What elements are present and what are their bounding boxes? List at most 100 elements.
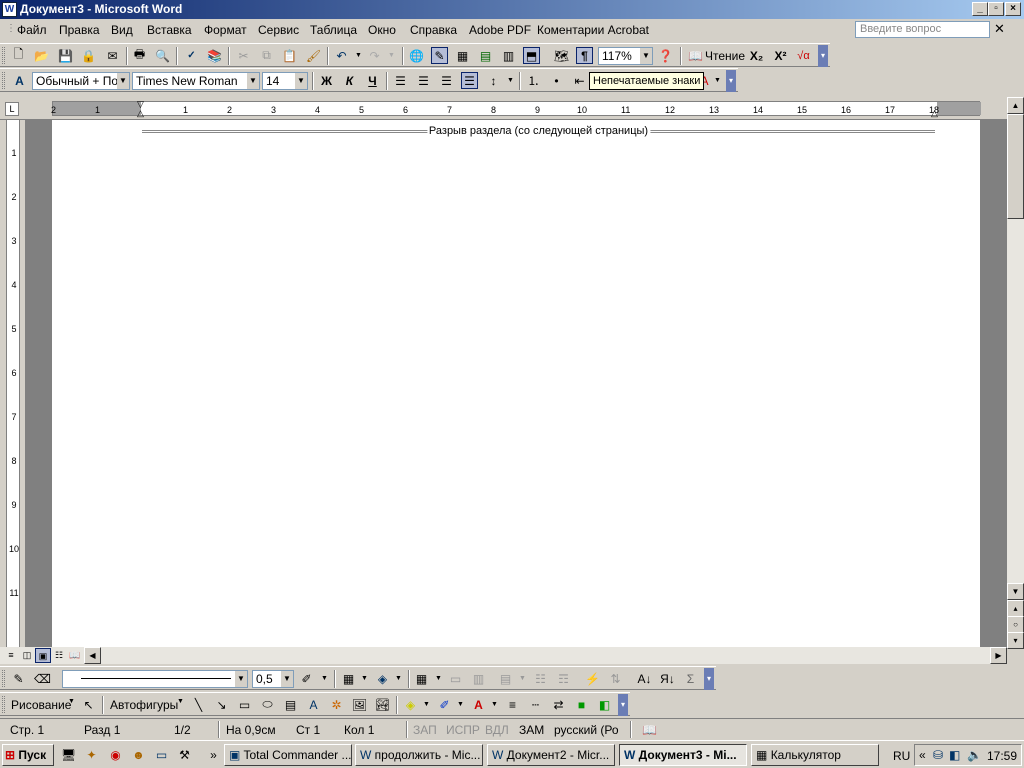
toolbar-options-icon[interactable]: ▾ [726,70,736,92]
status-overtype[interactable]: ЗАМ [519,723,544,737]
sort-ascending-icon[interactable]: A↓ [636,670,653,687]
arrow-icon[interactable]: ↘ [213,696,230,713]
print-preview-icon[interactable]: 🔍 [154,47,171,64]
volume-icon[interactable]: 🔈 [967,748,982,762]
open-icon[interactable]: 📂 [33,47,50,64]
columns-icon[interactable]: ▥ [500,47,517,64]
toolbar-grip[interactable] [2,47,5,64]
text-box-icon[interactable]: ▤ [282,696,299,713]
arrow-style-icon[interactable]: ⇄ [550,696,567,713]
taskbar-button-document2[interactable]: W Документ2 - Micr... [487,744,615,766]
select-browse-object-icon[interactable]: ○ [1007,616,1024,633]
language-indicator[interactable]: RU [893,749,910,763]
status-language[interactable]: русский (Ро [554,723,619,737]
align-center-icon[interactable]: ☰ [415,72,432,89]
menu-format[interactable]: Формат [204,23,247,37]
chevron-down-icon[interactable]: ▼ [295,73,307,89]
scroll-down-icon[interactable]: ▼ [1007,583,1024,600]
chevron-down-icon[interactable]: ▼ [281,671,293,687]
toolbar-options-icon[interactable]: ▾ [704,668,714,690]
chevron-down-icon[interactable]: ▼ [430,670,447,687]
tray-network-icon[interactable]: ⛁ [933,748,943,762]
chevron-down-icon[interactable]: ▼ [235,671,247,687]
vertical-scrollbar[interactable]: ▲ ▼ ▴ ○ ▾ [1007,97,1024,649]
spelling-icon[interactable]: ✓ [183,47,200,64]
drawing-icon[interactable]: ⬒ [523,47,540,64]
diagram-icon[interactable]: ✲ [328,696,345,713]
clip-art-icon[interactable]: 🖼 [351,696,368,713]
spelling-status-icon[interactable]: 📖 [642,723,657,737]
tray-expand-icon[interactable]: « [919,748,926,762]
scroll-right-icon[interactable]: ▶ [990,647,1007,664]
menu-table[interactable]: Таблица [310,23,357,37]
menu-file[interactable]: Файл [17,23,47,37]
chevron-down-icon[interactable]: ▼ [452,696,469,713]
minimize-button[interactable]: _ [972,2,988,16]
next-page-icon[interactable]: ▾ [1007,632,1024,649]
styles-formatting-icon[interactable]: A [11,72,28,89]
equation-icon[interactable]: √α [795,47,812,64]
previous-page-icon[interactable]: ▴ [1007,600,1024,617]
reading-layout-icon[interactable]: 📖 [687,47,704,64]
autosum-icon[interactable]: Σ [682,670,699,687]
autoformat-icon[interactable]: ⚡ [584,670,601,687]
menu-help[interactable]: Справка [410,23,457,37]
tray-app-icon[interactable]: ◧ [949,748,960,762]
email-icon[interactable]: ✉ [104,47,121,64]
quicklaunch-user-icon[interactable]: ☻ [130,746,147,763]
dash-style-icon[interactable]: ┄ [527,696,544,713]
show-desktop-icon[interactable]: 🖥 [60,746,77,763]
menu-acrobat-comments[interactable]: Коментарии Acrobat [537,23,649,37]
menu-view[interactable]: Вид [111,23,133,37]
insert-table-icon[interactable]: ▦ [413,670,430,687]
new-document-icon[interactable]: 🗋 [10,47,27,64]
borders-icon[interactable]: ▦ [340,670,357,687]
clock[interactable]: 17:59 [987,749,1017,763]
toolbar-grip[interactable] [2,72,5,89]
line-style-select[interactable]: ▼ [62,670,248,688]
quicklaunch-app-icon[interactable]: ✦ [83,746,100,763]
chevron-down-icon[interactable]: ▼ [117,73,129,89]
align-left-icon[interactable]: ☰ [392,72,409,89]
outline-view-icon[interactable]: ☷ [51,648,67,663]
chevron-down-icon[interactable]: ▼ [418,696,435,713]
chevron-down-icon[interactable]: ▼ [177,698,184,705]
font-select[interactable]: Times New Roman ▼ [132,72,260,90]
wordart-icon[interactable]: A [305,696,322,713]
distribute-columns-icon[interactable]: ☶ [555,670,572,687]
paste-icon[interactable]: 📋 [281,47,298,64]
menu-tools[interactable]: Сервис [258,23,299,37]
bullets-icon[interactable]: • [548,72,565,89]
taskbar-button-calculator[interactable]: ▦ Калькулятор [751,744,879,766]
distribute-rows-icon[interactable]: ☷ [532,670,549,687]
status-track-changes[interactable]: ИСПР [446,723,480,737]
print-icon[interactable]: 🖶 [131,47,148,64]
horizontal-ruler[interactable]: L 2 1 1 2 3 4 5 6 7 8 9 10 11 12 13 14 1… [0,97,1024,120]
justify-icon[interactable]: ☰ [461,72,478,89]
redo-icon[interactable]: ↷ [366,47,383,64]
toolbar-options-icon[interactable]: ▾ [818,45,828,67]
menu-insert[interactable]: Вставка [147,23,192,37]
hanging-indent-marker[interactable]: △ [137,108,144,119]
restore-button[interactable]: ▫ [988,2,1004,16]
chevron-down-icon[interactable]: ▼ [247,73,259,89]
scroll-thumb[interactable] [1007,114,1024,219]
drawing-menu[interactable]: Рисование [11,698,71,712]
line-style-icon[interactable]: ≡ [504,696,521,713]
superscript-icon[interactable]: X² [772,47,789,64]
close-button[interactable]: × [1005,2,1021,16]
reading-view-icon[interactable]: 📖 [67,648,83,663]
zoom-select[interactable]: 117% ▼ [598,47,653,65]
line-color-icon[interactable]: ✐ [436,696,453,713]
format-painter-icon[interactable]: 🖌 [305,47,322,64]
toolbar-grip[interactable] [2,670,5,687]
research-icon[interactable]: 📚 [206,47,223,64]
taskbar-button-document3[interactable]: W Документ3 - Mi... [619,744,747,766]
status-extend-selection[interactable]: ВДЛ [485,723,509,737]
right-indent-marker[interactable]: △ [931,108,938,119]
align-cell-icon[interactable]: ▤ [497,670,514,687]
chevron-down-icon[interactable]: ▼ [640,48,652,64]
word-app-icon[interactable]: W [2,2,17,17]
undo-icon[interactable]: ↶ [333,47,350,64]
decrease-indent-icon[interactable]: ⇤ [571,72,588,89]
